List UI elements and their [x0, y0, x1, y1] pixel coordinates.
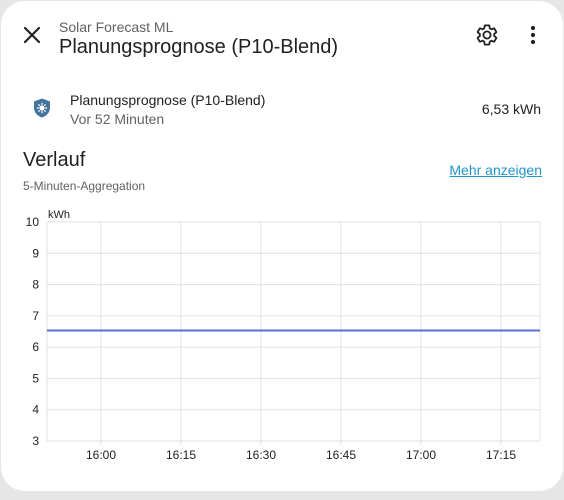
- entity-row[interactable]: Planungsprognose (P10-Blend) Vor 52 Minu…: [1, 83, 563, 133]
- screen-bottom-edge: [0, 491, 564, 500]
- y-tick-label: 7: [32, 309, 39, 323]
- x-tick-label: 17:00: [406, 448, 436, 462]
- y-tick-label: 8: [32, 278, 39, 292]
- y-axis-label: kWh: [48, 209, 70, 221]
- history-title: Verlauf: [23, 149, 86, 171]
- dialog-header: Solar Forecast ML Planungsprognose (P10-…: [1, 1, 563, 71]
- more-vert-icon: [530, 25, 536, 45]
- close-icon: [23, 26, 41, 44]
- history-chart[interactable]: 10 9 8 7 6 5 4 3 kWh 16:00 16:15 16:30 16:45 17:00 17:…: [1, 201, 563, 476]
- y-tick-label: 5: [32, 371, 39, 385]
- x-tick-label: 16:45: [326, 448, 356, 462]
- settings-button[interactable]: [471, 19, 503, 51]
- x-tick-label: 17:15: [486, 448, 516, 462]
- show-more-link[interactable]: Mehr anzeigen: [449, 162, 542, 178]
- entity-last-changed: Vor 52 Minuten: [70, 111, 165, 127]
- dialog-title: Planungsprognose (P10-Blend): [59, 36, 339, 58]
- shield-sun-icon: [29, 95, 55, 121]
- x-tick-label: 16:15: [166, 448, 196, 462]
- more-info-dialog: Solar Forecast ML Planungsprognose (P10-…: [1, 1, 563, 491]
- y-tick-label: 6: [32, 340, 39, 354]
- y-tick-label: 9: [32, 246, 39, 260]
- y-tick-label: 10: [26, 215, 40, 229]
- close-button[interactable]: [15, 18, 49, 52]
- gear-icon: [476, 24, 498, 46]
- x-tick-label: 16:00: [86, 448, 116, 462]
- history-subtitle: 5-Minuten-Aggregation: [23, 179, 146, 193]
- more-options-button[interactable]: [517, 19, 549, 51]
- entity-state-value: 6,53 kWh: [481, 101, 541, 117]
- y-tick-label: 4: [32, 403, 39, 417]
- dialog-subtitle: Solar Forecast ML: [59, 19, 174, 35]
- entity-name: Planungsprognose (P10-Blend): [70, 92, 266, 108]
- y-tick-label: 3: [32, 434, 39, 448]
- x-tick-label: 16:30: [246, 448, 276, 462]
